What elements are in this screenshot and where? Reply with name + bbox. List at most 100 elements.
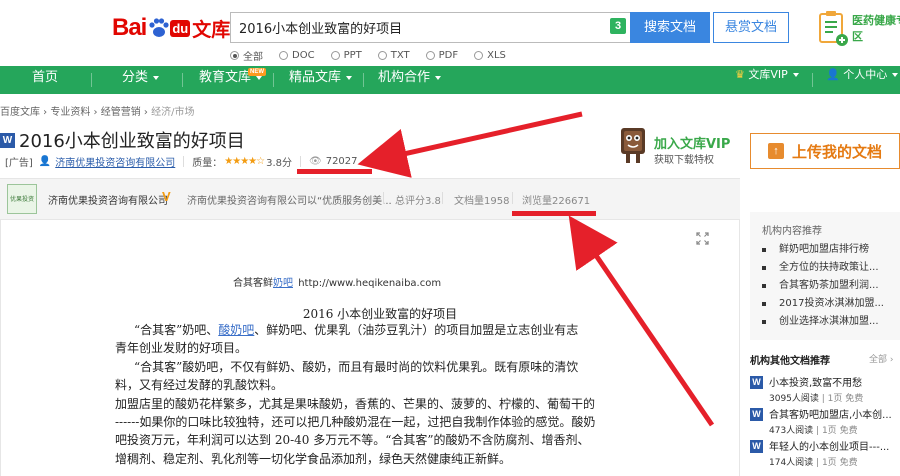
book-mascot-icon: [621, 128, 645, 163]
nav-category[interactable]: 分类: [122, 66, 160, 94]
vip-promo-title: 加入文库VIP: [654, 137, 731, 152]
radio-icon: [474, 51, 484, 60]
org-pageviews: 浏览量226671: [522, 196, 591, 207]
inline-link[interactable]: 酸奶吧: [218, 323, 254, 337]
nav-divider: [91, 73, 92, 87]
caret-down-icon: [435, 75, 442, 80]
radio-icon: [279, 51, 288, 60]
filter-label: XLS: [487, 50, 506, 61]
word-doc-icon: W: [750, 408, 763, 421]
doc-paragraph-line: ------如果你的口味比较独特，还可以把几种酸奶混在一起，过把自我制作体验的感…: [115, 413, 615, 431]
search-button[interactable]: 搜索文档: [630, 12, 710, 43]
text-run: 加盟店里的酸奶花样繁多，尤其是果味酸奶，香蕉的、芒果的、菠萝的、柠檬的、葡萄干的: [115, 397, 596, 411]
org-recommend-item[interactable]: 合其客奶茶加盟利润...: [762, 277, 884, 295]
arrow-annotation: [357, 111, 583, 178]
nav-institution[interactable]: 机构合作: [378, 66, 442, 94]
doc-paragraph-line: 料，又有经过发酵的乳酸饮料。: [115, 376, 615, 394]
org-recommend-list: 鲜奶吧加盟店排行榜 全方位的扶持政策让... 合其客奶茶加盟利润... 2017投资冰…: [762, 241, 884, 331]
join-vip-promo[interactable]: 加入文库VIP 获取下载特权: [618, 124, 738, 166]
text-run: 、鲜奶吧、优果乳（油莎豆乳汁）的项目加盟是立志创业有志: [254, 323, 579, 337]
breadcrumb-item[interactable]: 经济/市场: [151, 107, 194, 118]
fullscreen-icon[interactable]: [696, 232, 709, 245]
read-count: 473人阅读: [769, 426, 814, 436]
org-recommend-item[interactable]: 鲜奶吧加盟店排行榜: [762, 241, 884, 259]
other-docs-title: 机构其他文档推荐: [750, 356, 830, 367]
read-count: 3095人阅读: [769, 394, 819, 404]
health-zone-link[interactable]: 医药健康专区: [812, 10, 900, 52]
read-count: 174人阅读: [769, 458, 814, 468]
org-score: 总评分3.8: [395, 196, 441, 207]
reward-doc-button[interactable]: 悬赏文档: [713, 12, 789, 43]
text-run: 青年创业发财的好项目。: [115, 341, 248, 355]
filter-radio-全部[interactable]: 全部: [230, 48, 263, 63]
recommended-doc[interactable]: W 年轻人的小本创业项目---... 174人阅读 | 1页 免费: [750, 437, 900, 475]
upload-doc-label: 上传我的文档: [791, 142, 882, 161]
doc-header-line: 合其客鲜奶吧 http://www.heqikenaiba.com: [233, 274, 441, 289]
nav-user-center-label: 个人中心: [843, 68, 888, 81]
vip-promo-subtitle: 获取下载特权: [654, 155, 714, 166]
text-run: 增稠剂、稳定剂、乳化剂等一切化学食品添加剂，绿色天然健康纯正新鲜。: [115, 452, 512, 466]
filter-radio-pdf[interactable]: PDF: [425, 48, 458, 63]
org-recommend-item[interactable]: 创业选择冰淇淋加盟...: [762, 313, 884, 331]
page-count: 1页: [827, 394, 843, 404]
doc-brand-link[interactable]: 奶吧: [273, 278, 293, 289]
caret-down-icon: [153, 75, 160, 80]
logo-du: du: [170, 19, 191, 37]
page-title: 2016小本创业致富的好项目: [19, 131, 245, 152]
org-recommend-item[interactable]: 全方位的扶持政策让...: [762, 259, 884, 277]
search-box: [230, 12, 630, 43]
recommended-doc-meta: 3095人阅读 | 1页 免费: [769, 394, 864, 404]
text-run: ------如果你的口味比较独特，还可以把几种酸奶混在一起，过把自我制作体验的感…: [115, 415, 596, 429]
breadcrumb-item[interactable]: 经管营销: [101, 107, 141, 118]
filter-radio-xls[interactable]: XLS: [474, 48, 506, 63]
doc-paragraph-line: 吧投资万元，年利润可以达到 20-40 多万元不等。“合其客”的酸奶不含防腐剂、…: [115, 431, 615, 449]
breadcrumb-item[interactable]: 专业资料: [50, 107, 90, 118]
org-name-link[interactable]: 济南优果投资咨询有限公司: [48, 192, 168, 207]
org-logo[interactable]: 优果投资: [7, 184, 37, 214]
divider: [300, 156, 301, 167]
filter-label: PPT: [343, 50, 362, 61]
more-link-label: 全部: [869, 355, 888, 365]
search-count-badge: 3: [610, 18, 626, 34]
filter-radio-ppt[interactable]: PPT: [330, 48, 362, 63]
page-count: 1页: [821, 458, 837, 468]
vip-crown-icon: ♛: [735, 68, 745, 81]
breadcrumb: 百度文库 › 专业资料 › 经管营销 › 经济/市场: [0, 107, 195, 118]
nav-category-label: 分类: [122, 70, 149, 85]
doc-meta: [广告] 👤 济南优果投资咨询有限公司 质量： ★★★★☆ 3.8分 👁 720…: [5, 154, 358, 169]
org-recommend-title: 机构内容推荐: [762, 226, 822, 237]
doc-paragraph-line: “合其客”酸奶吧，不仅有鲜奶、酸奶，而且有最时尚的饮料优果乳。既有原味的清饮: [134, 358, 634, 376]
filter-label: 全部: [243, 52, 263, 63]
paw-icon: [149, 18, 169, 37]
divider: [512, 192, 513, 204]
publisher-link[interactable]: 济南优果投资咨询有限公司: [55, 154, 175, 169]
baidu-wenku-logo[interactable]: Bai du 文库: [112, 14, 230, 42]
filter-radio-txt[interactable]: TXT: [377, 48, 410, 63]
header: Bai du 文库 3 搜索文档 悬赏文档 医药健康专区 全部 DOC PPT TXT…: [0, 0, 900, 66]
nav-vip[interactable]: ♛ 文库VIP: [735, 66, 799, 94]
text-run: 料，又有经过发酵的乳酸饮料。: [115, 378, 284, 392]
text-run: “合其客”奶吧、: [134, 323, 219, 337]
filetype-filter: 全部 DOC PPT TXT PDF XLS: [230, 48, 522, 63]
more-link[interactable]: 全部 ›: [869, 352, 893, 365]
text-run: “合其客”酸奶吧，不仅有鲜奶、酸奶，而且有最时尚的饮料优果乳。既有原味的清饮: [134, 360, 579, 374]
word-doc-icon: W: [0, 133, 15, 148]
search-input[interactable]: [231, 13, 601, 42]
text-run: 吧投资万元，年利润可以达到 20-40 多万元不等。“合其客”的酸奶不含防腐剂、…: [115, 433, 590, 447]
nav-user-center[interactable]: 👤 个人中心: [826, 66, 899, 94]
filter-radio-doc[interactable]: DOC: [279, 48, 315, 63]
doc-brand: 合其客鲜: [233, 278, 273, 289]
nav-home[interactable]: 首页: [32, 66, 58, 94]
breadcrumb-item[interactable]: 百度文库: [0, 107, 40, 118]
recommended-doc-meta: 473人阅读 | 1页 免费: [769, 426, 858, 436]
logo-bai: Bai: [112, 14, 147, 41]
upload-doc-button[interactable]: ↑ 上传我的文档: [750, 133, 900, 169]
org-recommend-item[interactable]: 2017投资冰淇淋加盟...: [762, 295, 884, 313]
nav-divider: [273, 73, 274, 87]
recommended-doc-title: 合其客奶吧加盟店,小本创...: [769, 410, 892, 421]
divider: [442, 192, 443, 204]
nav-premium-label: 精品文库: [289, 70, 342, 85]
nav-premium[interactable]: 精品文库: [289, 66, 353, 94]
org-info-bar: 优果投资 济南优果投资咨询有限公司 V 济南优果投资咨询有限公司以“优质服务创美…: [0, 178, 740, 220]
recommended-doc-title: 小本投资,致富不用愁: [769, 378, 863, 389]
